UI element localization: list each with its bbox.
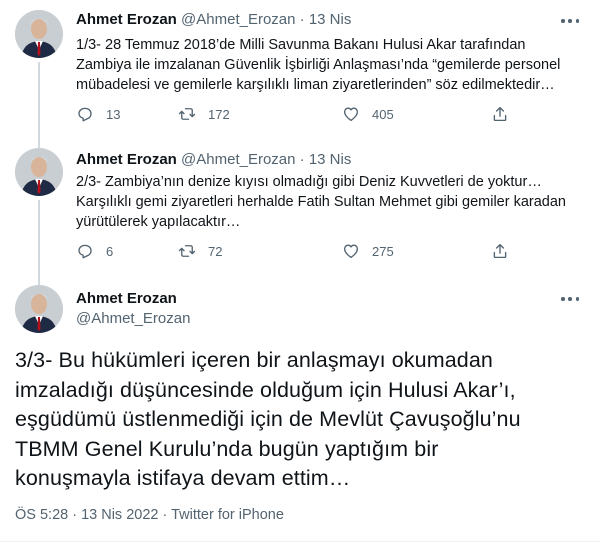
tweet-timestamp-source[interactable]: ÖS 5:28 · 13 Nis 2022 · Twitter for iPho… xyxy=(15,507,284,523)
tweet-text-line: mübadelesi ve gemilerle karşılıklı liman… xyxy=(76,77,555,93)
like-button[interactable]: 275 xyxy=(342,242,394,260)
tweet-text: 2/3- Zambiya’nın denize kıyısı olmadığı … xyxy=(76,172,581,232)
author-name[interactable]: Ahmet Erozan xyxy=(76,151,177,168)
retweet-count: 72 xyxy=(208,243,223,259)
avatar[interactable] xyxy=(15,148,63,196)
main-tweet-text-line: TBMM Genel Kurulu’nda bugün yaptığım bir xyxy=(15,436,439,461)
author-handle[interactable]: @Ahmet_Erozan xyxy=(76,310,190,327)
main-tweet-text-line: 3/3- Bu hükümleri içeren bir anlaşmayı o… xyxy=(15,348,493,372)
thread-tweet-1[interactable]: Ahmet Erozan @Ahmet_Erozan · 13 Nis 1/3-… xyxy=(0,0,601,140)
like-count: 405 xyxy=(372,106,394,122)
heart-icon xyxy=(343,244,359,259)
tweet-text-line: yürütülerek yapılacaktır… xyxy=(76,214,241,230)
reply-button[interactable]: 13 xyxy=(76,105,120,123)
separator: · xyxy=(299,11,305,28)
reply-count: 13 xyxy=(106,106,121,122)
avatar[interactable] xyxy=(15,10,63,58)
tweet-text: 1/3- 28 Temmuz 2018’de Milli Savunma Bak… xyxy=(76,35,581,95)
share-icon xyxy=(493,106,507,122)
more-options-icon[interactable] xyxy=(561,18,579,24)
tweet-text-line: 2/3- Zambiya’nın denize kıyısı olmadığı … xyxy=(76,174,542,190)
reply-count: 6 xyxy=(106,243,114,259)
thread-line xyxy=(38,62,40,140)
tweet-header: Ahmet Erozan @Ahmet_Erozan · 13 Nis xyxy=(76,11,351,28)
avatar-image xyxy=(15,148,63,196)
main-tweet-text-line: imzaladığı düşüncesinde olduğum için Hul… xyxy=(15,377,516,402)
retweet-count: 172 xyxy=(208,106,230,122)
tweet-text-line: 1/3- 28 Temmuz 2018’de Milli Savunma Bak… xyxy=(76,37,526,53)
reply-button[interactable]: 6 xyxy=(76,242,113,260)
author-handle[interactable]: @Ahmet_Erozan xyxy=(181,151,295,168)
main-tweet: Ahmet Erozan @Ahmet_Erozan 3/3- Bu hüküm… xyxy=(0,282,601,544)
tweet-header: Ahmet Erozan @Ahmet_Erozan · 13 Nis xyxy=(76,151,351,168)
tweet-date[interactable]: 13 Nis xyxy=(309,151,352,168)
avatar-image xyxy=(15,285,63,333)
avatar[interactable] xyxy=(15,285,63,333)
tweet-date[interactable]: 13 Nis xyxy=(309,11,352,28)
thread-line xyxy=(38,140,40,148)
retweet-button[interactable]: 172 xyxy=(178,105,230,123)
main-tweet-text: 3/3- Bu hükümleri içeren bir anlaşmayı o… xyxy=(15,346,585,494)
tweet-actions: 6 72 275 xyxy=(76,242,576,262)
tweet-actions: 13 172 405 xyxy=(76,105,576,125)
retweet-button[interactable]: 72 xyxy=(178,242,222,260)
tweet-text-line: Karşılıklı gemi ziyaretleri herhalde Fat… xyxy=(76,194,566,210)
like-count: 275 xyxy=(372,243,394,259)
like-button[interactable]: 405 xyxy=(342,105,394,123)
thread-tweet-2[interactable]: Ahmet Erozan @Ahmet_Erozan · 13 Nis 2/3-… xyxy=(0,140,601,282)
divider xyxy=(0,541,601,542)
main-tweet-text-line: eşgüdümü üstlenmediği için de Mevlüt Çav… xyxy=(15,407,521,431)
retweet-icon xyxy=(178,245,196,257)
more-options-icon[interactable] xyxy=(561,296,579,302)
share-button[interactable] xyxy=(491,242,509,260)
separator: · xyxy=(299,151,305,168)
share-button[interactable] xyxy=(491,105,509,123)
reply-icon xyxy=(78,107,92,122)
heart-icon xyxy=(343,107,359,122)
avatar-image xyxy=(15,10,63,58)
reply-icon xyxy=(78,244,92,259)
author-name[interactable]: Ahmet Erozan xyxy=(76,11,177,28)
author-handle[interactable]: @Ahmet_Erozan xyxy=(181,11,295,28)
share-icon xyxy=(493,243,507,259)
author-name[interactable]: Ahmet Erozan xyxy=(76,290,177,307)
main-tweet-text-line: konuşmayla istifaya devam ettim… xyxy=(15,466,351,490)
retweet-icon xyxy=(178,108,196,120)
tweet-text-line: Zambiya ile imzalanan Güvenlik İşbirliği… xyxy=(76,57,561,73)
thread-line xyxy=(38,200,40,282)
